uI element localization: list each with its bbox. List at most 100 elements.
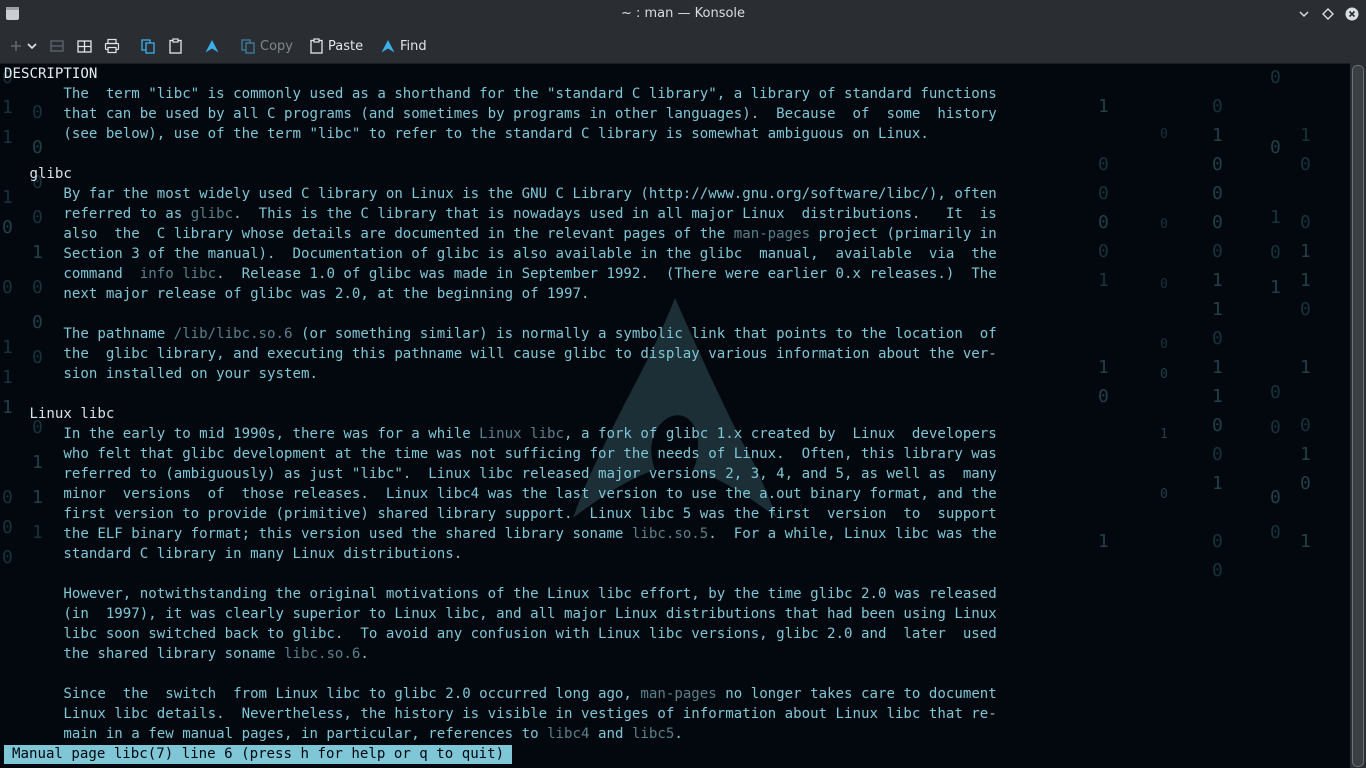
rain-digit: 1 bbox=[1212, 386, 1223, 407]
man-text: command bbox=[4, 266, 140, 282]
man-reference: libc4 bbox=[547, 726, 590, 742]
window-title: ~ : man — Konsole bbox=[620, 6, 746, 21]
rain-digit: 0 bbox=[1300, 415, 1311, 436]
rain-digit: 1 bbox=[1300, 270, 1311, 291]
man-text: standard C library in many Linux distrib… bbox=[4, 546, 463, 562]
rain-digit: 1 bbox=[1098, 270, 1109, 291]
man-text: Since the switch from Linux libc to glib… bbox=[4, 686, 641, 702]
man-line: The pathname /lib/libc.so.6 (or somethin… bbox=[4, 324, 996, 344]
rain-digit: 0 bbox=[1212, 96, 1223, 117]
rain-digit: 0 bbox=[1270, 67, 1281, 88]
close-icon[interactable] bbox=[1345, 7, 1359, 21]
paste-button[interactable]: Paste bbox=[309, 29, 363, 63]
rain-digit: 1 bbox=[1300, 125, 1311, 146]
rain-digit: 0 bbox=[1270, 382, 1281, 403]
terminal-scrollbar[interactable] bbox=[1350, 63, 1366, 768]
man-text: Linux libc details. Nevertheless, the hi… bbox=[4, 706, 997, 722]
clipboard-icon bbox=[310, 38, 323, 54]
rain-digit: 0 bbox=[1300, 473, 1311, 494]
layout-button[interactable] bbox=[77, 29, 92, 63]
rain-digit: 0 bbox=[1270, 487, 1281, 508]
man-text: Linux libc bbox=[4, 406, 115, 422]
terminal-view[interactable]: 0111001110000000100001111000011010000010… bbox=[0, 63, 1350, 768]
man-text: In the early to mid 1990s, there was for… bbox=[4, 426, 480, 442]
chevron-down-icon[interactable] bbox=[26, 40, 38, 52]
rain-digit: 0 bbox=[1160, 367, 1168, 382]
rain-digit: 0 bbox=[1212, 531, 1223, 552]
man-text: . This is the C library that is nowadays… bbox=[233, 206, 997, 222]
rain-digit: 1 bbox=[1270, 277, 1281, 298]
man-text: By far the most widely used C library on… bbox=[4, 186, 997, 202]
rain-digit: 0 bbox=[1270, 137, 1281, 158]
paste-icon-button[interactable] bbox=[168, 29, 183, 63]
man-line: the glibc library, and executing this pa… bbox=[4, 344, 997, 364]
man-reference: glibc bbox=[190, 206, 234, 222]
rain-digit: 0 bbox=[1270, 242, 1281, 263]
man-text: DESCRIPTION bbox=[4, 66, 98, 82]
man-line: main in a few manual pages, in particula… bbox=[4, 724, 683, 744]
man-line: sion installed on your system. bbox=[4, 364, 318, 384]
minimize-icon[interactable] bbox=[1297, 7, 1311, 21]
man-line: the shared library soname libc.so.6. bbox=[4, 644, 369, 664]
copy-icon bbox=[141, 39, 155, 54]
clipboard-icon bbox=[169, 38, 182, 54]
rain-digit: 0 bbox=[1212, 154, 1223, 175]
pager-status-line: Manual page libc(7) line 6 (press h for … bbox=[4, 745, 513, 764]
rain-digit: 0 bbox=[1098, 183, 1109, 204]
rain-digit: 1 bbox=[1300, 444, 1311, 465]
rain-digit: 1 bbox=[1212, 299, 1223, 320]
find-button[interactable]: Find bbox=[380, 29, 427, 63]
rain-digit: 0 bbox=[1300, 299, 1311, 320]
man-text: also the C library whose details are doc… bbox=[4, 226, 734, 242]
man-reference: Linux libc bbox=[479, 426, 565, 442]
man-reference: man-pages bbox=[733, 226, 811, 242]
man-text: sion installed on your system. bbox=[4, 366, 318, 382]
man-text: the ELF binary format; this version used… bbox=[4, 526, 632, 542]
man-line: Since the switch from Linux libc to glib… bbox=[4, 684, 997, 704]
rain-digit: 1 bbox=[1212, 357, 1223, 378]
rain-digit: 0 bbox=[1098, 154, 1109, 175]
copy-icon bbox=[241, 39, 255, 54]
man-text: project (primarily in bbox=[810, 226, 997, 242]
man-line: referred to (ambiguously) as just "libc"… bbox=[4, 464, 996, 484]
find-arrow-icon bbox=[205, 40, 219, 53]
man-line: (in 1997), it was clearly superior to Li… bbox=[4, 604, 996, 624]
rain-digit: 1 bbox=[1160, 427, 1168, 442]
man-reference: libc.so.5 bbox=[631, 526, 709, 542]
paste-label: Paste bbox=[328, 38, 364, 54]
man-text: next major release of glibc was 2.0, at … bbox=[4, 286, 590, 302]
man-text: glibc bbox=[4, 166, 72, 182]
man-line: the ELF binary format; this version used… bbox=[4, 524, 996, 544]
split-view-button[interactable] bbox=[50, 29, 64, 63]
title-bar: ~ : man — Konsole bbox=[0, 0, 1366, 29]
print-button[interactable] bbox=[104, 29, 120, 63]
maximize-icon[interactable] bbox=[1321, 7, 1335, 21]
copy-button[interactable]: Copy bbox=[240, 29, 293, 63]
rain-digit: 0 bbox=[1212, 241, 1223, 262]
man-line: first version to provide (primitive) sha… bbox=[4, 504, 996, 524]
rain-digit: 0 bbox=[1300, 212, 1311, 233]
rain-digit: 0 bbox=[1270, 522, 1281, 543]
man-text: who felt that glibc development at the t… bbox=[4, 446, 997, 462]
scrollbar-thumb[interactable] bbox=[1352, 65, 1364, 767]
man-line: By far the most widely used C library on… bbox=[4, 184, 997, 204]
rain-digit: 1 bbox=[1300, 357, 1311, 378]
man-text: referred to as bbox=[4, 206, 191, 222]
rain-digit: 0 bbox=[1212, 212, 1223, 233]
man-text: , a fork of glibc 1.x created by Linux d… bbox=[564, 426, 997, 442]
man-text: . bbox=[674, 726, 683, 742]
man-text: the glibc library, and executing this pa… bbox=[4, 346, 997, 362]
rain-digit: 1 bbox=[1098, 531, 1109, 552]
man-line: However, notwithstanding the original mo… bbox=[4, 584, 996, 604]
rain-digit: 1 bbox=[1300, 241, 1311, 262]
copy-icon-button[interactable] bbox=[140, 29, 156, 63]
man-reference: libc.so.6 bbox=[284, 646, 361, 662]
find-icon-button[interactable] bbox=[204, 29, 220, 63]
split-view-icon bbox=[50, 40, 64, 52]
man-text: that can be used by all C programs (and … bbox=[4, 106, 997, 122]
man-line: referred to as glibc. This is the C libr… bbox=[4, 204, 997, 224]
man-text: no longer takes care to document bbox=[716, 686, 997, 702]
man-line: who felt that glibc development at the t… bbox=[4, 444, 997, 464]
rain-digit: 1 bbox=[1098, 96, 1109, 117]
new-tab-button[interactable] bbox=[8, 29, 38, 63]
